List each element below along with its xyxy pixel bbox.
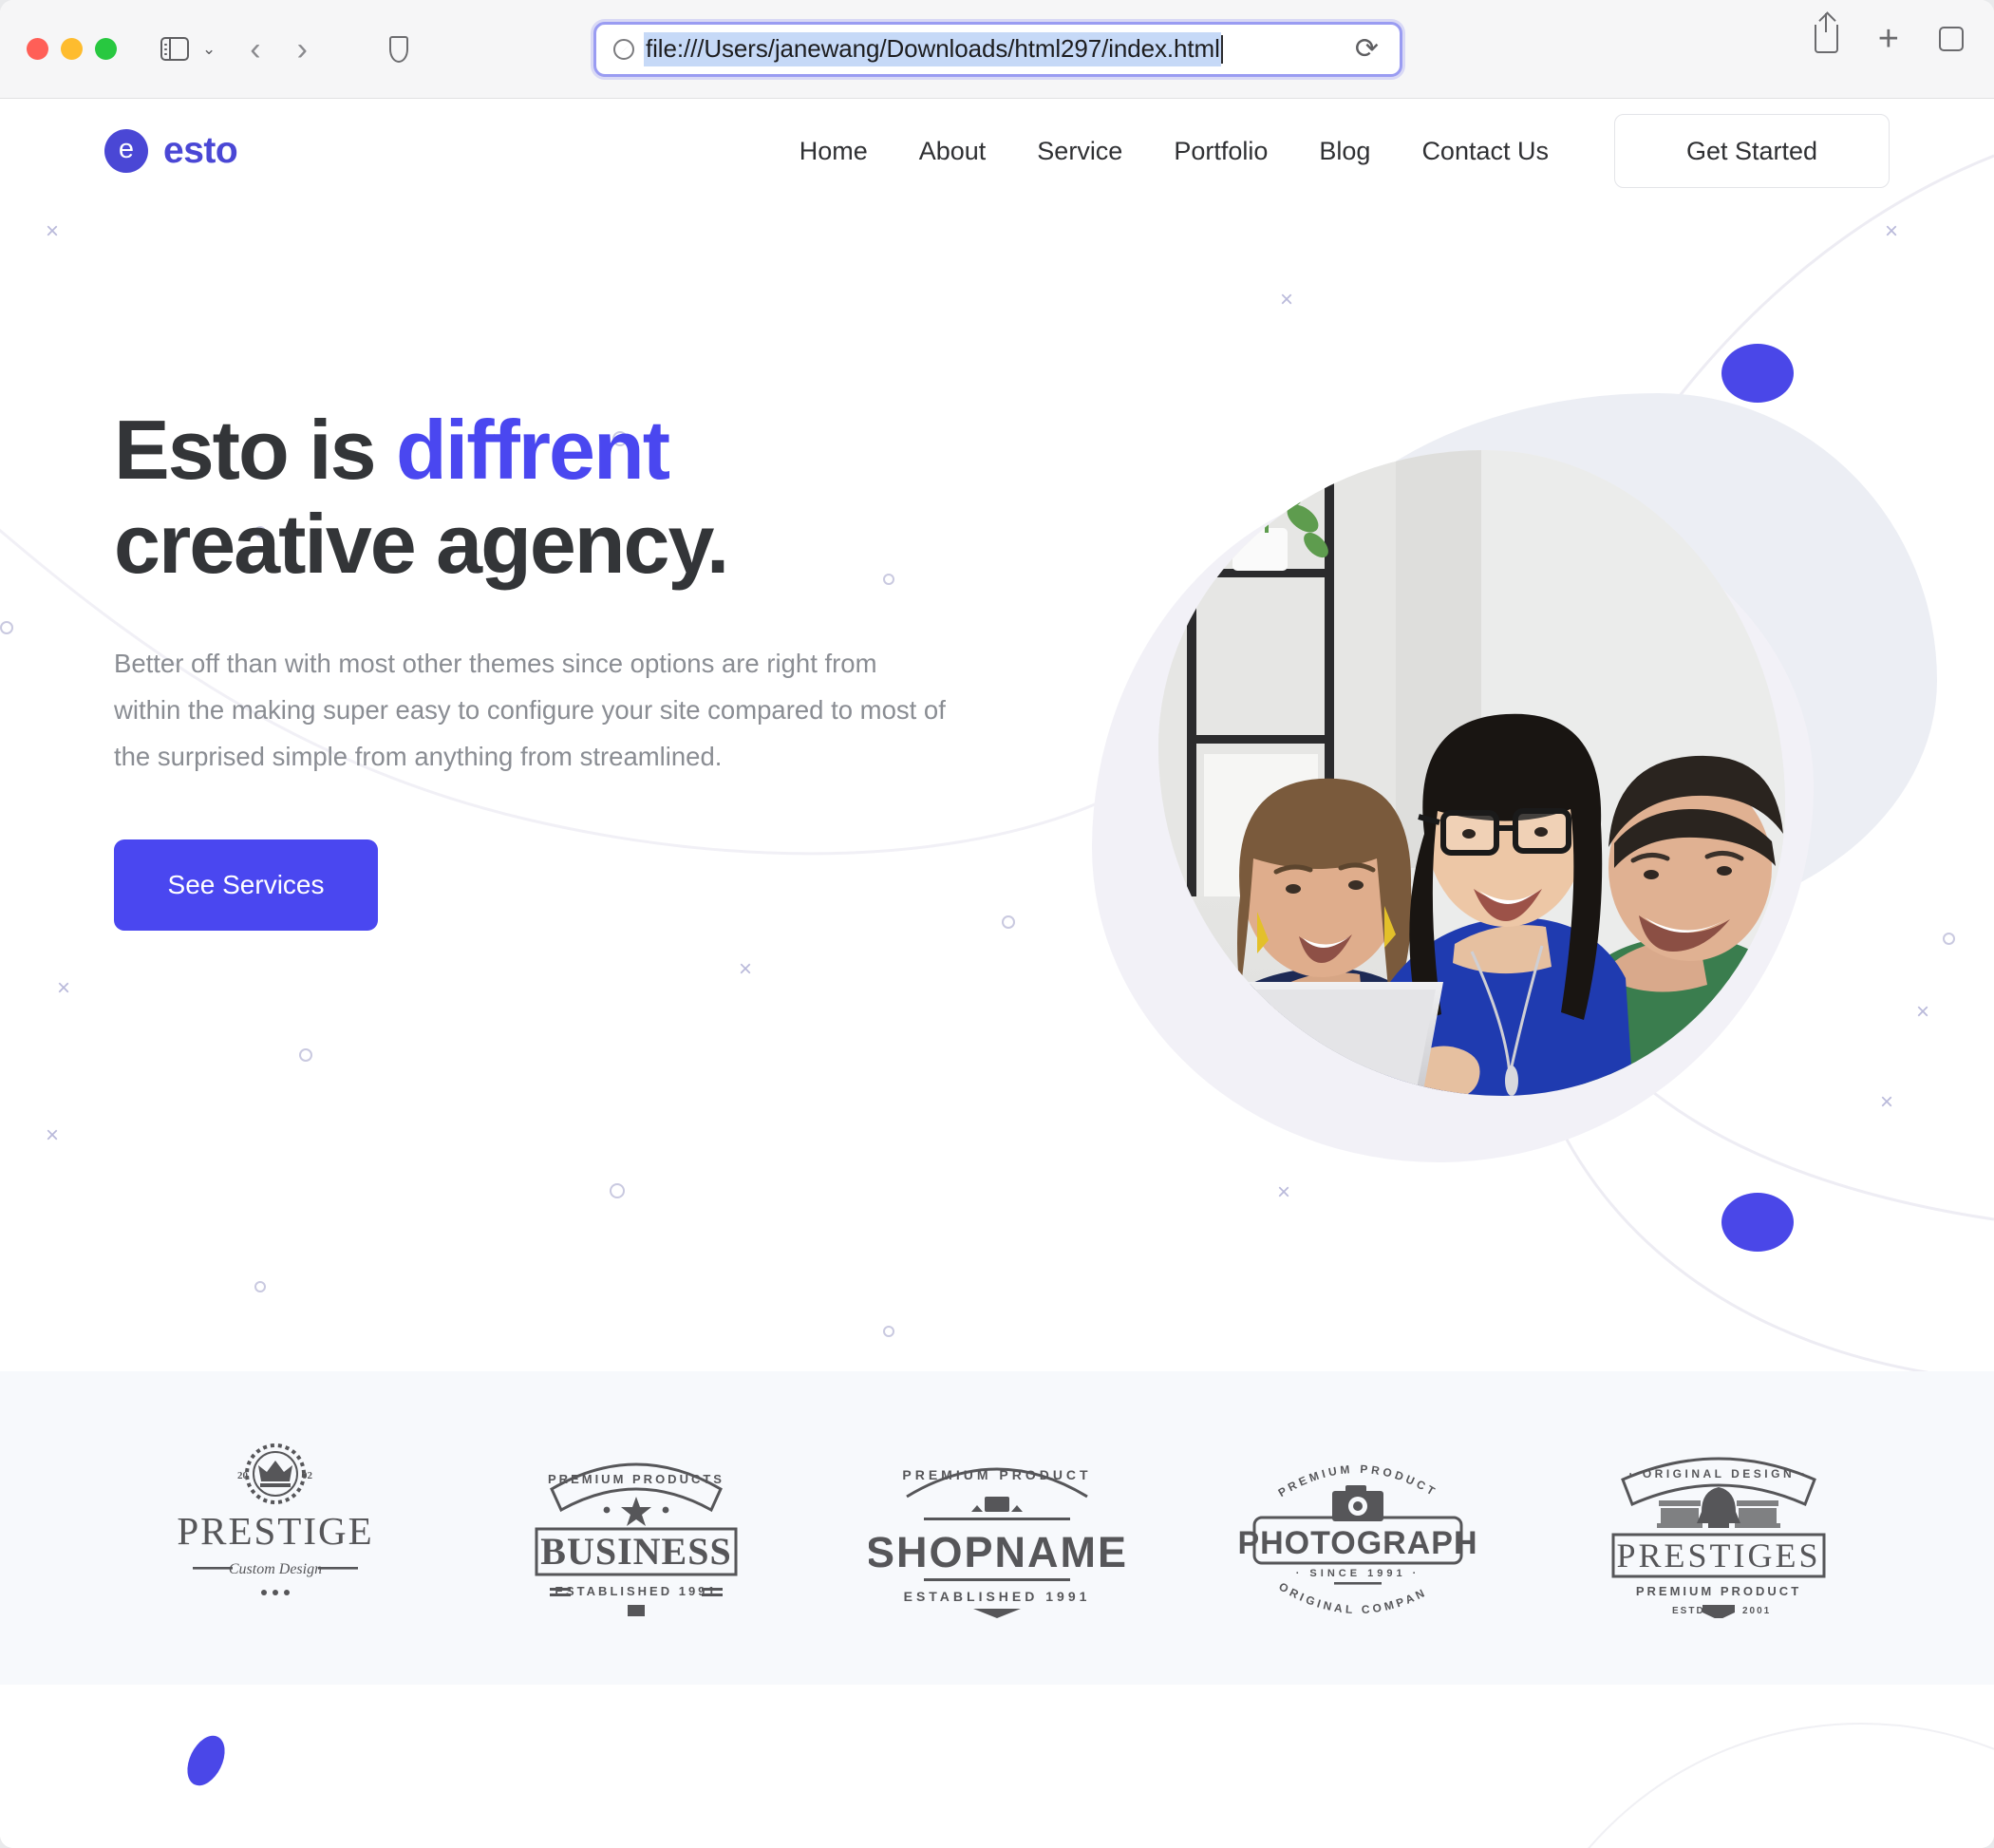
site-header: e esto Home About Service Portfolio Blog… xyxy=(0,99,1994,203)
brand-logo-photograph: PREMIUM PRODUCT PHOTOGRAPH · SINCE 1991 … xyxy=(1230,1438,1486,1618)
address-bar[interactable]: file:///Users/janewang/Downloads/html297… xyxy=(593,22,1402,77)
brand-logos-section: 20 02 PRESTIGE Custom Design PREMIUM PRO… xyxy=(0,1371,1994,1685)
hero-title-line1-plain: Esto is xyxy=(114,403,396,497)
close-window-button[interactable] xyxy=(27,38,48,60)
brand-logo-prestiges: · ORIGINAL DESIGN · PRESTIGES PREMIUM PR… xyxy=(1590,1438,1847,1618)
toolbar-right-icons: + xyxy=(1814,13,1974,57)
web-page: e esto Home About Service Portfolio Blog… xyxy=(0,99,1994,1848)
logo-mark-icon: e xyxy=(104,129,148,173)
svg-text:02: 02 xyxy=(302,1470,313,1481)
svg-text:ESTD: ESTD xyxy=(1672,1606,1705,1616)
svg-text:20: 20 xyxy=(237,1470,249,1481)
see-services-button[interactable]: See Services xyxy=(114,839,378,931)
main-navigation: Home About Service Portfolio Blog Contac… xyxy=(774,114,1890,188)
svg-text:ESTABLISHED 1991: ESTABLISHED 1991 xyxy=(904,1589,1091,1604)
next-section-preview: Get connected and take control xyxy=(0,1685,1994,1848)
navigation-arrows: ‹ › xyxy=(250,33,308,66)
nav-item-blog[interactable]: Blog xyxy=(1293,137,1396,166)
decor-circle-icon xyxy=(0,621,13,634)
brand-logo-prestige: 20 02 PRESTIGE Custom Design xyxy=(147,1438,404,1618)
hero-copy: Esto is diffrent creative agency. Better… xyxy=(114,403,1016,931)
svg-text:SHOPNAME: SHOPNAME xyxy=(869,1528,1125,1576)
decor-cross-icon: × xyxy=(57,975,71,1001)
svg-text:PREMIUM PRODUCT: PREMIUM PRODUCT xyxy=(1636,1584,1801,1598)
decor-blue-pill xyxy=(179,1729,233,1792)
decor-cross-icon: × xyxy=(1280,287,1294,312)
hero-paragraph: Better off than with most other themes s… xyxy=(114,648,946,771)
hero-title-accent: diffrent xyxy=(395,403,670,497)
share-icon[interactable] xyxy=(1814,13,1838,53)
decor-cross-icon: × xyxy=(46,218,60,244)
decor-blue-dot xyxy=(1721,1193,1794,1252)
hero-title: Esto is diffrent creative agency. xyxy=(114,403,1016,592)
svg-text:2001: 2001 xyxy=(1742,1606,1771,1616)
decor-cross-icon: × xyxy=(1885,218,1899,244)
nav-item-portfolio[interactable]: Portfolio xyxy=(1148,137,1293,166)
svg-text:PRESTIGES: PRESTIGES xyxy=(1616,1537,1820,1575)
chevron-down-icon[interactable]: ⌄ xyxy=(202,41,216,57)
svg-text:ESTABLISHED 1991: ESTABLISHED 1991 xyxy=(555,1584,717,1598)
nav-item-service[interactable]: Service xyxy=(1011,137,1148,166)
svg-text:Custom Design: Custom Design xyxy=(229,1561,322,1577)
brand-logo-business: PREMIUM PRODUCTS BUSINESS ESTABLISHED 19… xyxy=(508,1438,764,1618)
decor-circle-icon xyxy=(610,1183,625,1198)
svg-text:· SINCE 1991 ·: · SINCE 1991 · xyxy=(1296,1568,1420,1579)
back-button[interactable]: ‹ xyxy=(250,33,260,66)
svg-text:PRESTIGE: PRESTIGE xyxy=(177,1509,373,1553)
url-text: file:///Users/janewang/Downloads/html297… xyxy=(644,32,1221,66)
get-started-button[interactable]: Get Started xyxy=(1614,114,1890,188)
decor-circle-icon xyxy=(299,1048,312,1062)
brand-logo[interactable]: e esto xyxy=(104,129,238,173)
forward-button[interactable]: › xyxy=(297,33,308,66)
sidebar-toggle-button[interactable]: ⌄ xyxy=(160,37,216,61)
decor-arc xyxy=(1500,1723,1994,1848)
window-controls xyxy=(27,38,117,60)
hero-title-line2: creative agency. xyxy=(114,497,729,592)
brand-logo-shopname: PREMIUM PRODUCT SHOPNAME ESTABLISHED 199… xyxy=(869,1438,1125,1618)
svg-text:PREMIUM PRODUCT: PREMIUM PRODUCT xyxy=(902,1467,1091,1482)
browser-toolbar: ⌄ ‹ › file:///Users/janewang/Downloads/h… xyxy=(0,0,1994,99)
hero-artwork xyxy=(1063,346,1956,1162)
decor-circle-icon xyxy=(883,1326,894,1337)
reload-button[interactable]: ⟳ xyxy=(1355,35,1379,64)
shield-icon xyxy=(388,35,408,63)
sidebar-icon xyxy=(160,37,189,61)
minimize-window-button[interactable] xyxy=(61,38,83,60)
decor-cross-icon: × xyxy=(739,956,753,982)
decor-circle-icon xyxy=(254,1281,266,1292)
privacy-shield-button[interactable] xyxy=(388,35,408,63)
decor-cross-icon: × xyxy=(46,1122,60,1148)
browser-window: ⌄ ‹ › file:///Users/janewang/Downloads/h… xyxy=(0,0,1994,1848)
nav-item-home[interactable]: Home xyxy=(774,137,894,166)
decor-cross-icon: × xyxy=(1277,1179,1291,1205)
hero-section: × × × × × × × × × × xyxy=(0,203,1994,1371)
svg-text:PHOTOGRAPH: PHOTOGRAPH xyxy=(1237,1525,1477,1561)
nav-item-about[interactable]: About xyxy=(894,137,1012,166)
nav-item-contact-us[interactable]: Contact Us xyxy=(1396,137,1574,166)
maximize-window-button[interactable] xyxy=(95,38,117,60)
svg-text:PREMIUM PRODUCTS: PREMIUM PRODUCTS xyxy=(548,1472,724,1486)
tab-overview-icon[interactable] xyxy=(1939,21,1974,51)
text-caret xyxy=(1220,35,1223,64)
svg-text:· ORIGINAL DESIGN ·: · ORIGINAL DESIGN · xyxy=(1629,1467,1809,1480)
compass-icon xyxy=(613,39,634,60)
svg-text:BUSINESS: BUSINESS xyxy=(540,1530,731,1573)
brand-name: esto xyxy=(163,130,238,171)
new-tab-button[interactable]: + xyxy=(1878,21,1899,57)
